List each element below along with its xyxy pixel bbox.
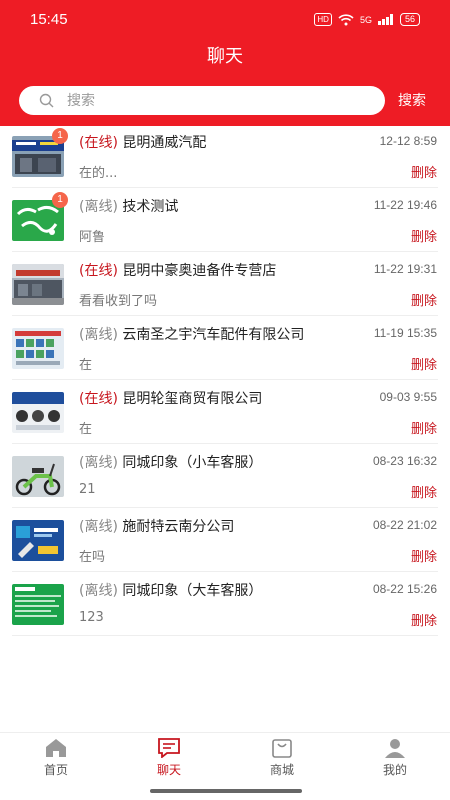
search-input[interactable]	[67, 90, 367, 111]
unread-badge: 1	[52, 192, 68, 208]
hd-icon: HD	[314, 13, 332, 26]
header-bar: 15:45 HD 5G 56 聊天 搜索	[0, 0, 450, 126]
tab-home[interactable]: 首页	[16, 733, 96, 783]
contact-name: 同城印象（小车客服）	[122, 455, 263, 471]
tab-chat[interactable]: 聊天	[129, 733, 209, 783]
delete-button[interactable]: 删除	[411, 162, 437, 181]
chat-row[interactable]: (在线) 昆明中豪奥迪备件专营店 11-22 19:31 看看收到了吗 删除	[0, 252, 450, 316]
status-time: 15:45	[30, 11, 68, 28]
tab-label: 聊天	[156, 763, 181, 777]
last-message: 在	[79, 358, 93, 373]
unread-badge: 1	[52, 128, 68, 144]
home-indicator	[150, 789, 302, 793]
last-message: 在的...	[79, 166, 118, 181]
chat-time: 09-03 9:55	[379, 390, 437, 404]
search-icon	[39, 93, 54, 108]
tab-label: 我的	[382, 763, 407, 777]
offline-status: (离线)	[79, 199, 118, 215]
chat-name-line: (离线) 同城印象（大车客服）	[79, 580, 262, 600]
battery-icon: 56	[399, 13, 420, 26]
chat-row[interactable]: (在线) 昆明轮玺商贸有限公司 09-03 9:55 在 删除	[0, 380, 450, 444]
contact-name: 施耐特云南分公司	[122, 519, 235, 535]
chat-list: 1 (在线) 昆明通威汽配 12-12 8:59 在的... 删除 1 (离线)…	[0, 124, 450, 636]
contact-name: 昆明通威汽配	[122, 135, 207, 151]
network-label: 5G	[359, 14, 372, 25]
chat-name-line: (在线) 昆明中豪奥迪备件专营店	[79, 260, 276, 280]
contact-name: 技术测试	[122, 199, 179, 215]
last-message: 21	[79, 482, 96, 497]
chat-name-line: (离线) 施耐特云南分公司	[79, 516, 234, 536]
chat-time: 08-23 16:32	[372, 454, 437, 468]
offline-status: (离线)	[79, 455, 118, 471]
last-message: 在	[79, 422, 93, 437]
status-bar: 15:45 HD 5G 56	[0, 0, 450, 40]
contact-name: 云南圣之宇汽车配件有限公司	[122, 327, 305, 343]
offline-status: (离线)	[79, 327, 118, 343]
green-card-avatar	[12, 584, 64, 625]
offline-status: (离线)	[79, 519, 118, 535]
search-button[interactable]: 搜索	[398, 90, 426, 110]
scooter-photo-avatar	[12, 456, 64, 497]
chat-name-line: (在线) 昆明轮玺商贸有限公司	[79, 388, 262, 408]
tab-label: 首页	[43, 763, 68, 777]
shop-bag-icon	[272, 739, 292, 758]
contact-name: 同城印象（大车客服）	[122, 583, 263, 599]
online-status: (在线)	[79, 135, 118, 151]
chat-row[interactable]: 1 (离线) 技术测试 11-22 19:46 阿鲁 删除	[0, 188, 450, 252]
last-message: 看看收到了吗	[79, 294, 158, 309]
chat-name-line: (离线) 云南圣之宇汽车配件有限公司	[79, 324, 304, 344]
signal-icon	[377, 14, 393, 25]
last-message: 在吗	[79, 550, 106, 565]
delete-button[interactable]: 删除	[411, 610, 437, 629]
chat-time: 08-22 15:26	[372, 582, 437, 596]
street-photo-avatar	[12, 264, 64, 305]
delete-button[interactable]: 删除	[411, 418, 437, 437]
page-title: 聊天	[207, 46, 243, 67]
chat-name-line: (离线) 同城印象（小车客服）	[79, 452, 262, 472]
chat-row[interactable]: 1 (在线) 昆明通威汽配 12-12 8:59 在的... 删除	[0, 124, 450, 188]
delete-button[interactable]: 删除	[411, 354, 437, 373]
chat-time: 12-12 8:59	[379, 134, 437, 148]
tools-banner-avatar	[12, 520, 64, 561]
chat-time: 11-22 19:31	[373, 262, 437, 276]
online-status: (在线)	[79, 391, 118, 407]
chat-row[interactable]: (离线) 云南圣之宇汽车配件有限公司 11-19 15:35 在 删除	[0, 316, 450, 380]
contact-name: 昆明中豪奥迪备件专营店	[122, 263, 277, 279]
chat-row[interactable]: (离线) 同城印象（小车客服） 08-23 16:32 21 删除	[0, 444, 450, 508]
home-icon	[46, 739, 66, 757]
delete-button[interactable]: 删除	[411, 290, 437, 309]
chat-row[interactable]: (离线) 施耐特云南分公司 08-22 21:02 在吗 删除	[0, 508, 450, 572]
chat-name-line: (在线) 昆明通威汽配	[79, 132, 206, 152]
tab-shop[interactable]: 商城	[242, 733, 322, 783]
business-license-avatar	[12, 328, 64, 369]
chat-time: 11-19 15:35	[373, 326, 437, 340]
last-message: 阿鲁	[79, 230, 106, 245]
delete-button[interactable]: 删除	[411, 482, 437, 501]
tab-label: 商城	[269, 763, 294, 777]
offline-status: (离线)	[79, 583, 118, 599]
chat-name-line: (离线) 技术测试	[79, 196, 178, 216]
chat-row[interactable]: (离线) 同城印象（大车客服） 08-22 15:26 123 删除	[0, 572, 450, 636]
product-banner-avatar	[12, 392, 64, 433]
profile-icon	[385, 739, 405, 758]
online-status: (在线)	[79, 263, 118, 279]
chat-time: 11-22 19:46	[373, 198, 437, 212]
tab-profile[interactable]: 我的	[355, 733, 435, 783]
status-icons: HD 5G 56	[314, 13, 420, 26]
wifi-icon	[338, 13, 354, 25]
delete-button[interactable]: 删除	[411, 226, 437, 245]
last-message: 123	[79, 610, 104, 625]
chat-time: 08-22 21:02	[372, 518, 437, 532]
delete-button[interactable]: 删除	[411, 546, 437, 565]
chat-icon	[158, 738, 180, 758]
search-box[interactable]	[19, 86, 385, 115]
contact-name: 昆明轮玺商贸有限公司	[122, 391, 263, 407]
